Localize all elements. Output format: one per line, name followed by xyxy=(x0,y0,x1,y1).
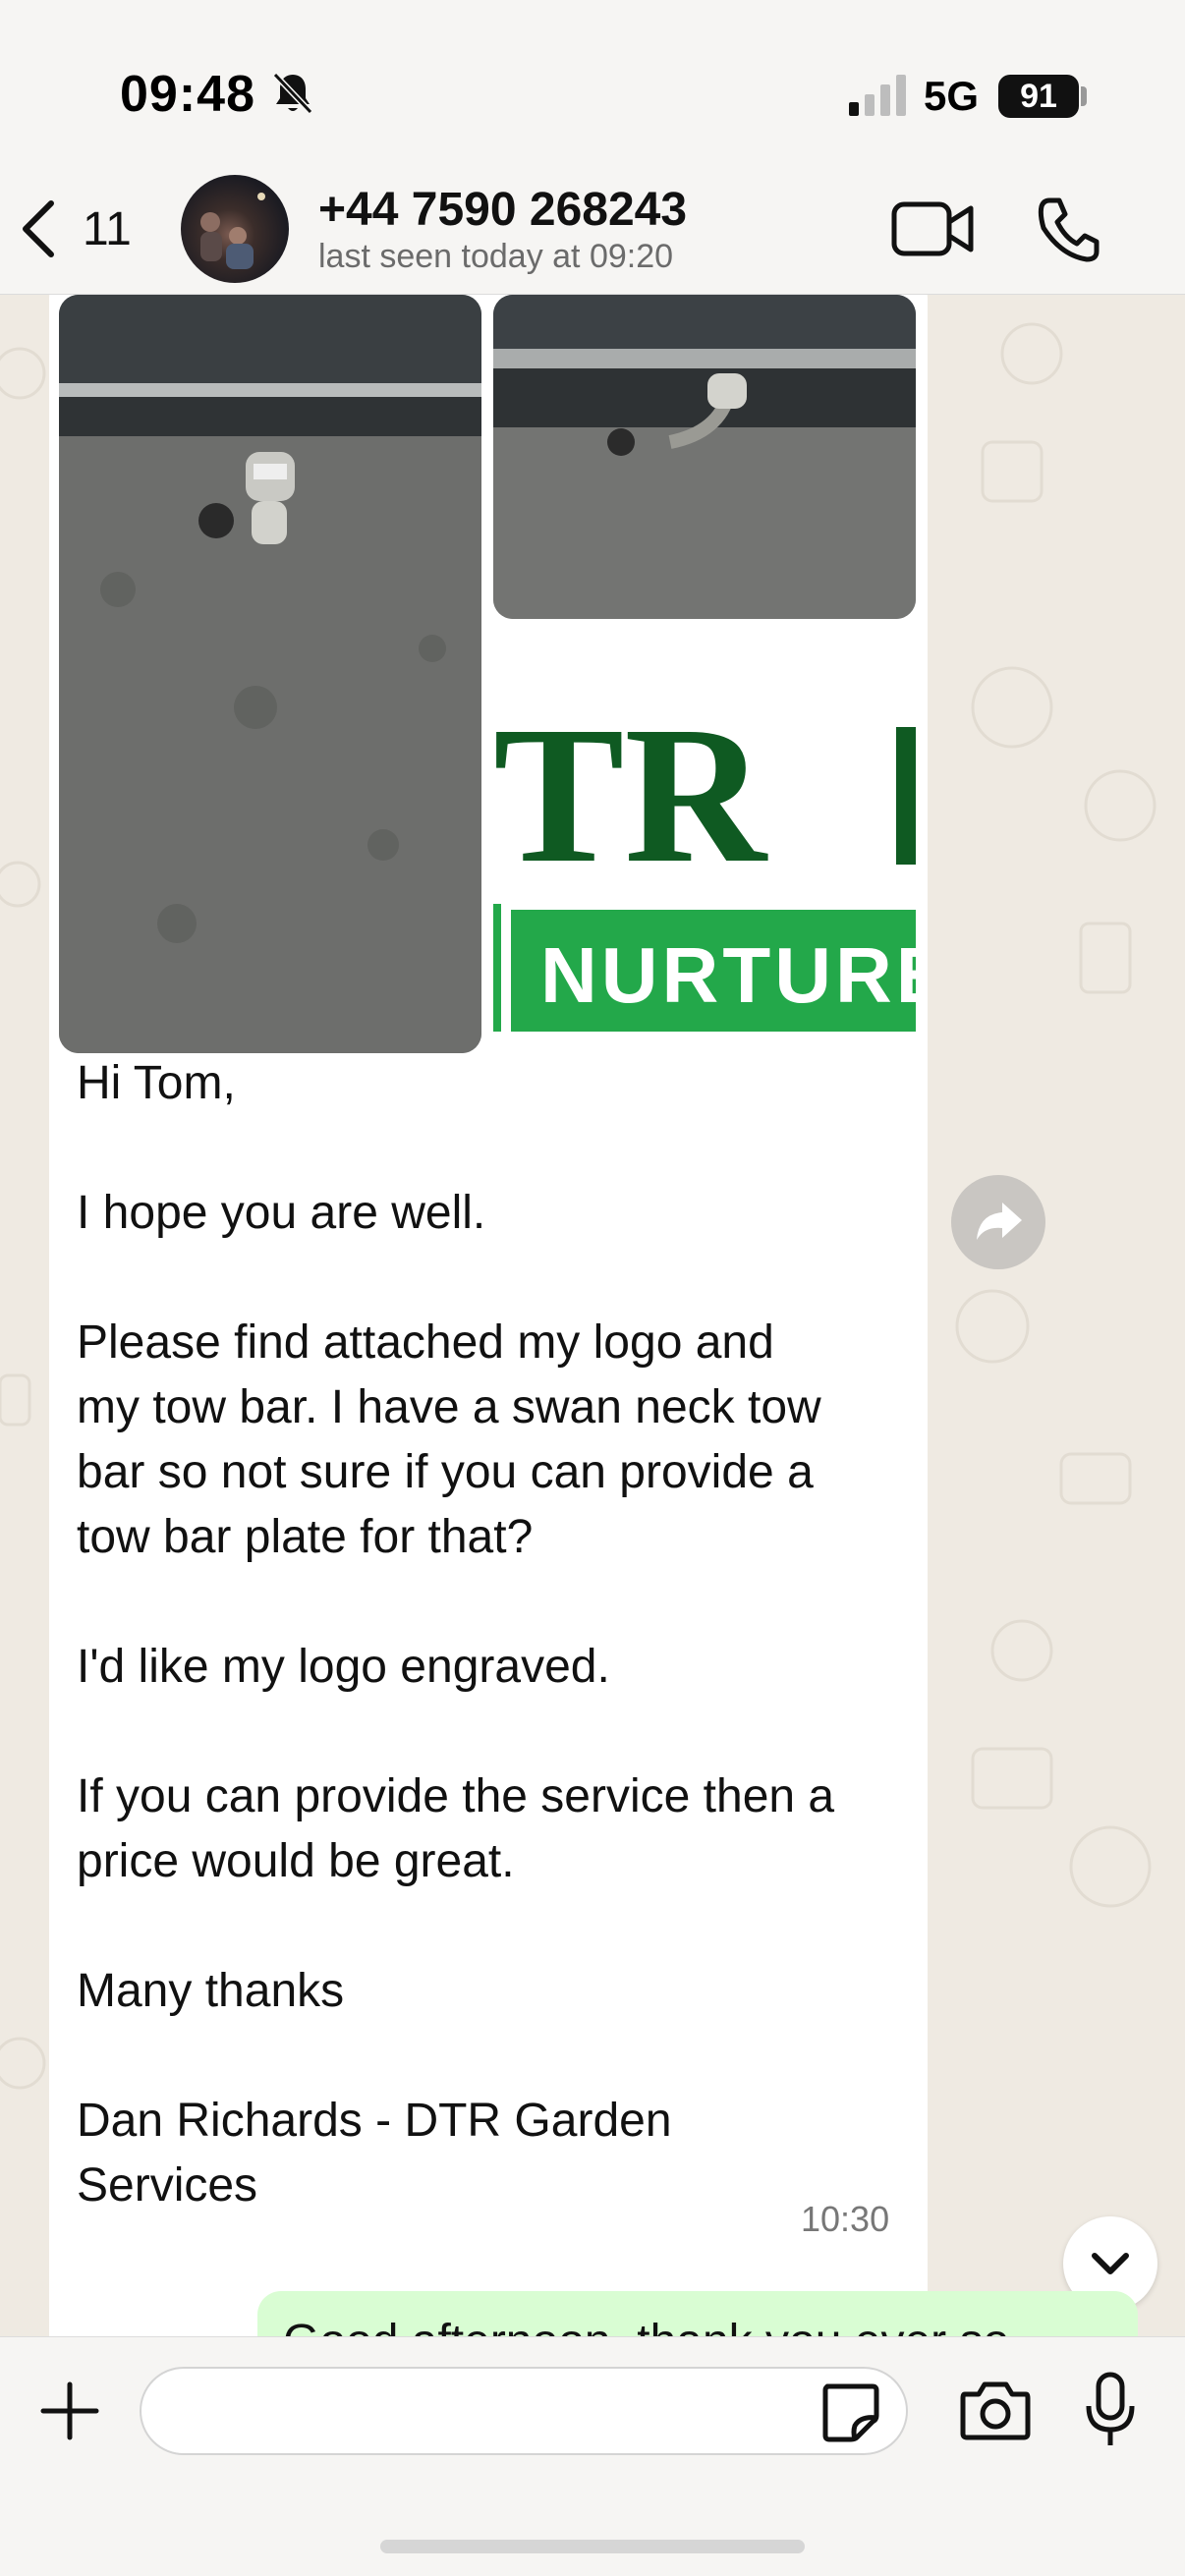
message-input[interactable] xyxy=(171,2379,800,2445)
message-timestamp: 10:30 xyxy=(801,2199,890,2239)
status-bar: 09:48 5G 91 xyxy=(0,0,1185,167)
outgoing-message-bubble[interactable]: Good afternoon, thank you ever so xyxy=(257,2291,1138,2336)
tow-bar-photo-1[interactable] xyxy=(59,295,481,1053)
plus-icon[interactable] xyxy=(37,2379,102,2443)
logo-banner-text: NURTURE xyxy=(540,931,916,1019)
message-text: Hi Tom, I hope you are well. Please find… xyxy=(77,1057,835,2212)
sticker-icon[interactable] xyxy=(818,2379,882,2443)
tow-bar-image xyxy=(59,295,481,1053)
forward-icon xyxy=(977,1203,1022,1240)
phone-icon[interactable] xyxy=(1036,195,1100,263)
video-call-icon[interactable] xyxy=(890,198,975,259)
message-input-wrapper[interactable] xyxy=(140,2367,908,2455)
outgoing-message-text: Good afternoon, thank you ever so xyxy=(283,2315,1009,2336)
message-composer xyxy=(0,2336,1185,2576)
signal-icon xyxy=(849,75,906,116)
logo-letters: TR xyxy=(493,688,768,904)
tow-bar-photo-2[interactable] xyxy=(493,295,916,619)
avatar-photo xyxy=(200,193,265,269)
dtr-logo: TR NURTURE xyxy=(493,688,916,1032)
status-time: 09:48 xyxy=(120,66,255,123)
back-button[interactable]: 11 xyxy=(18,195,145,263)
contact-last-seen: last seen today at 09:20 xyxy=(318,238,674,275)
home-indicator[interactable] xyxy=(380,2540,805,2553)
battery-tip xyxy=(1081,86,1087,106)
network-type: 5G xyxy=(924,73,980,119)
tow-bar-image-2 xyxy=(493,295,916,619)
chat-area[interactable]: TR NURTURE Hi Tom, I hope you are well. … xyxy=(0,295,1185,2336)
battery-icon: 91 xyxy=(998,75,1079,118)
avatar[interactable] xyxy=(181,175,289,283)
company-logo-image[interactable]: TR NURTURE xyxy=(493,688,916,1032)
chat-header: 11 +44 7590 268243 last seen today at 09… xyxy=(0,167,1185,295)
forward-button[interactable] xyxy=(951,1175,1045,1269)
unread-count: 11 xyxy=(83,202,132,255)
bell-off-icon xyxy=(272,72,313,115)
contact-name[interactable]: +44 7590 268243 xyxy=(318,183,687,237)
mic-icon[interactable] xyxy=(1085,2371,1136,2449)
camera-icon[interactable] xyxy=(959,2379,1032,2441)
chevron-left-icon xyxy=(23,200,54,257)
